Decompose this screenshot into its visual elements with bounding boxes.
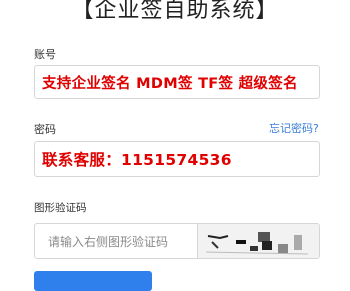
login-button[interactable] xyxy=(34,271,152,291)
account-input-value: 支持企业签名 MDM签 TF签 超级签名 xyxy=(42,75,298,92)
forgot-password-link[interactable]: 忘记密码? xyxy=(269,120,319,136)
account-input[interactable]: 支持企业签名 MDM签 TF签 超级签名 xyxy=(34,65,320,99)
page-title: 【企业签自助系统】 xyxy=(71,0,279,23)
captcha-input[interactable]: 请输入右侧图形验证码 xyxy=(34,223,198,259)
captcha-label: 图形验证码 xyxy=(34,202,87,214)
captcha-image[interactable] xyxy=(198,223,320,259)
captcha-noise-graphic xyxy=(198,224,319,258)
account-label: 账号 xyxy=(34,48,56,61)
password-label: 密码 xyxy=(34,123,56,136)
password-input[interactable]: 联系客服：1151574536 xyxy=(34,141,320,177)
password-input-value: 联系客服：1151574536 xyxy=(42,151,232,169)
